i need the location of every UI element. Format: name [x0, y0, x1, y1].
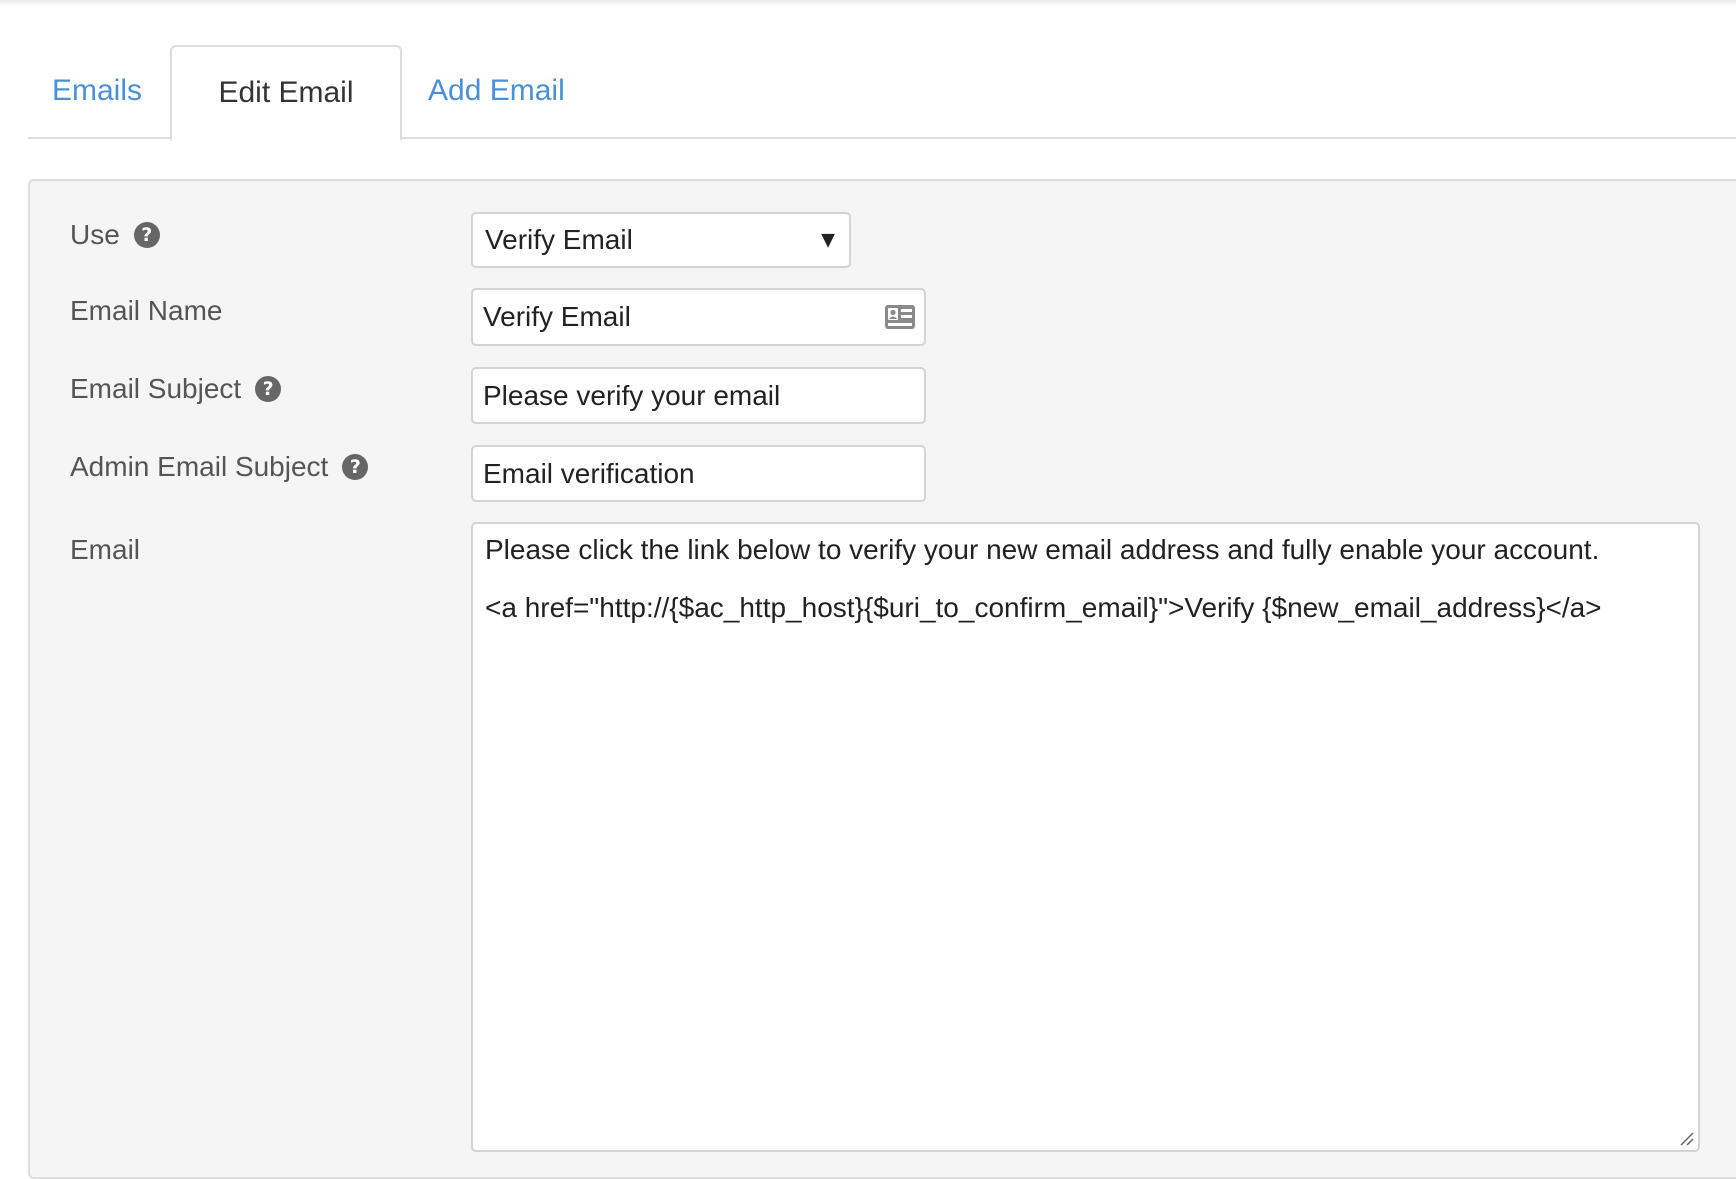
- edit-email-panel: Use ? Verify Email ▼ Email Name Verify E…: [28, 179, 1736, 1179]
- tab-bar: Emails Edit Email Add Email: [28, 45, 1736, 141]
- admin-email-subject-input[interactable]: Email verification: [471, 445, 926, 502]
- resize-handle-icon[interactable]: [1678, 1130, 1694, 1146]
- email-name-value: Verify Email: [483, 301, 631, 332]
- admin-email-subject-label: Admin Email Subject: [70, 451, 329, 482]
- email-subject-value: Please verify your email: [483, 379, 781, 411]
- top-shadow: [0, 0, 1736, 6]
- use-label: Use: [70, 219, 120, 250]
- question-circle-icon[interactable]: ?: [255, 376, 282, 402]
- email-body-line-2: <a href="http://{$ac_http_host}{$uri_to_…: [485, 592, 1602, 623]
- email-name-label: Email Name: [70, 295, 223, 326]
- email-subject-label-row: Email Subject ?: [70, 369, 282, 409]
- email-body-blank-line: [485, 566, 1686, 592]
- email-name-input[interactable]: Verify Email: [471, 288, 926, 346]
- email-subject-input[interactable]: Please verify your email: [471, 367, 926, 424]
- admin-email-subject-label-row: Admin Email Subject ?: [70, 447, 369, 487]
- tab-emails[interactable]: Emails: [28, 45, 170, 139]
- admin-email-subject-value: Email verification: [483, 457, 695, 489]
- question-circle-icon[interactable]: ?: [342, 454, 369, 480]
- tab-edit-email[interactable]: Edit Email: [170, 45, 402, 141]
- id-card-icon[interactable]: [884, 304, 916, 330]
- email-subject-label: Email Subject: [70, 373, 242, 404]
- email-body-line-1: Please click the link below to verify yo…: [485, 534, 1600, 565]
- caret-down-icon: ▼: [821, 229, 835, 251]
- question-circle-icon[interactable]: ?: [133, 222, 160, 248]
- tab-add-email[interactable]: Add Email: [402, 45, 602, 139]
- email-body-label-row: Email: [70, 530, 140, 570]
- use-select-value: Verify Email: [485, 224, 633, 255]
- use-label-row: Use ?: [70, 215, 160, 255]
- email-name-label-row: Email Name: [70, 291, 222, 331]
- use-select[interactable]: Verify Email ▼: [471, 212, 851, 268]
- email-body-label: Email: [70, 534, 141, 565]
- email-body-textarea[interactable]: Please click the link below to verify yo…: [471, 522, 1700, 1152]
